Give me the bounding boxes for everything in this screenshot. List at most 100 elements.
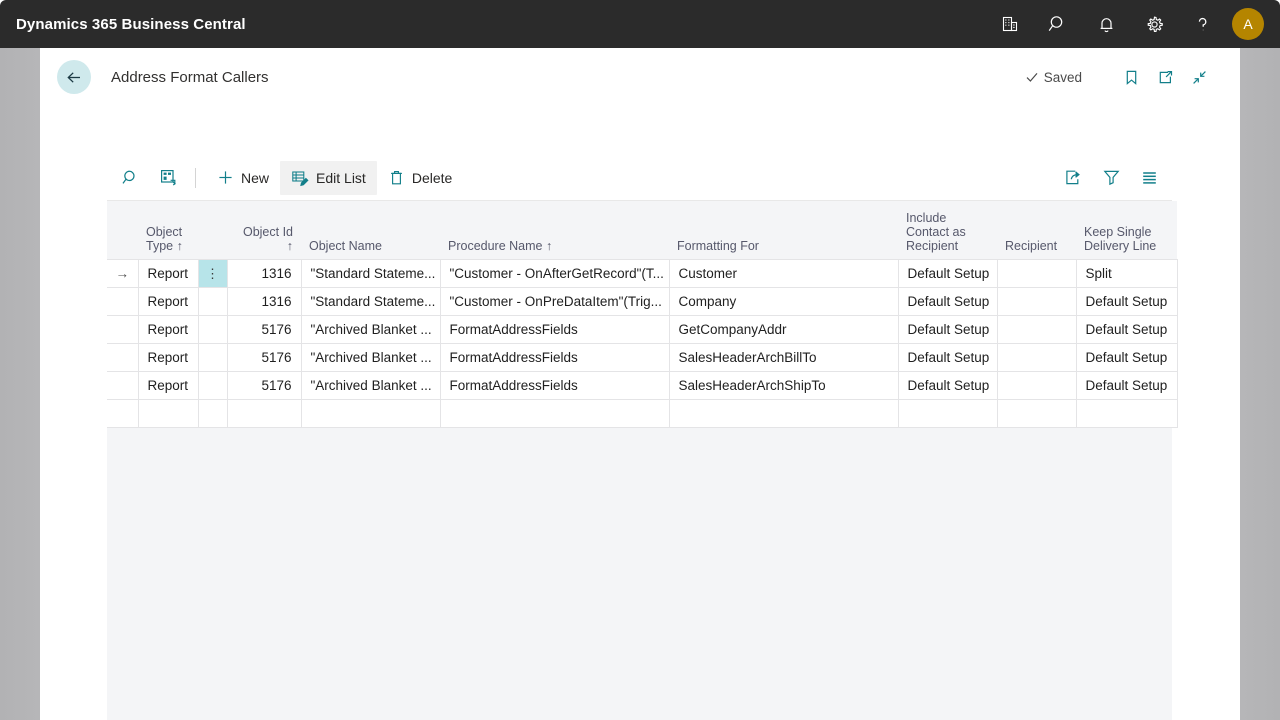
grid-column-header-recipient[interactable]: Recipient bbox=[997, 201, 1076, 259]
cell-keep_single[interactable] bbox=[1075, 398, 1178, 428]
cell-formatting_for[interactable]: Customer bbox=[668, 258, 899, 288]
cell-keep_single[interactable]: Default Setup bbox=[1075, 342, 1178, 372]
grid-column-header-selector bbox=[107, 201, 138, 259]
cell-keep_single[interactable]: Default Setup bbox=[1075, 370, 1178, 400]
row-menu-dots-3[interactable] bbox=[197, 342, 228, 372]
grid-column-header-formatting_for[interactable]: Formatting For bbox=[669, 201, 898, 259]
cell-recipient[interactable] bbox=[996, 342, 1077, 372]
cell-procedure_name[interactable]: "Customer - OnPreDataItem"(Trig... bbox=[439, 286, 670, 316]
cell-recipient[interactable] bbox=[996, 370, 1077, 400]
cell-object_id[interactable]: 5176 bbox=[226, 342, 302, 372]
grid-panel: Object Type ↑ Object Id ↑ Object Name Proce… bbox=[107, 201, 1178, 720]
cell-object_id[interactable]: 1316 bbox=[226, 258, 302, 288]
row-menu-dots-0[interactable]: ⋮ bbox=[197, 258, 228, 288]
cell-formatting_for[interactable]: Company bbox=[668, 286, 899, 316]
cell-procedure_name[interactable]: FormatAddressFields bbox=[439, 370, 670, 400]
grid-column-header-object_type[interactable]: Object Type ↑ bbox=[138, 201, 198, 259]
cell-object_name[interactable] bbox=[300, 398, 441, 428]
cell-object_name[interactable]: "Archived Blanket ... bbox=[300, 314, 441, 344]
table-row[interactable]: Report 1316 "Standard Stateme... "Customer … bbox=[107, 286, 1178, 316]
company-icon[interactable] bbox=[986, 0, 1034, 48]
cell-keep_single[interactable]: Split bbox=[1075, 258, 1178, 288]
row-selector-1[interactable] bbox=[107, 286, 139, 316]
cell-include_contact[interactable] bbox=[897, 398, 998, 428]
grid-column-header-procedure_name[interactable]: Procedure Name ↑ bbox=[440, 201, 669, 259]
notification-bell-icon[interactable] bbox=[1082, 0, 1130, 48]
cell-procedure_name[interactable]: FormatAddressFields bbox=[439, 342, 670, 372]
cell-procedure_name[interactable] bbox=[439, 398, 670, 428]
table-row[interactable] bbox=[107, 398, 1178, 428]
cell-keep_single[interactable]: Default Setup bbox=[1075, 286, 1178, 316]
plus-icon bbox=[217, 169, 234, 186]
cell-include_contact[interactable]: Default Setup bbox=[897, 258, 998, 288]
open-in-new-window-icon[interactable] bbox=[1150, 62, 1180, 92]
cell-object_id[interactable] bbox=[226, 398, 302, 428]
row-selector-2[interactable] bbox=[107, 314, 139, 344]
cell-formatting_for[interactable]: GetCompanyAddr bbox=[668, 314, 899, 344]
grid-column-header-include_contact[interactable]: Include Contact as Recipient bbox=[898, 201, 997, 259]
table-row[interactable]: Report 5176 "Archived Blanket ... FormatAdd… bbox=[107, 314, 1178, 344]
cell-object_type[interactable]: Report bbox=[137, 314, 199, 344]
collapse-icon[interactable] bbox=[1184, 62, 1214, 92]
cell-recipient[interactable] bbox=[996, 286, 1077, 316]
cell-object_name[interactable]: "Standard Stateme... bbox=[300, 258, 441, 288]
edit-list-button-label: Edit List bbox=[316, 169, 366, 186]
cell-object_id[interactable]: 5176 bbox=[226, 370, 302, 400]
cell-object_type[interactable]: Report bbox=[137, 286, 199, 316]
cell-include_contact[interactable]: Default Setup bbox=[897, 314, 998, 344]
cell-recipient[interactable] bbox=[996, 258, 1077, 288]
row-selector-3[interactable] bbox=[107, 342, 139, 372]
row-selector-0[interactable]: → bbox=[107, 258, 139, 288]
cell-procedure_name[interactable]: "Customer - OnAfterGetRecord"(T... bbox=[439, 258, 670, 288]
settings-gear-icon[interactable] bbox=[1130, 0, 1178, 48]
help-question-icon[interactable] bbox=[1178, 0, 1226, 48]
bookmark-icon[interactable] bbox=[1116, 62, 1146, 92]
cell-object_type[interactable]: Report bbox=[137, 342, 199, 372]
avatar[interactable]: A bbox=[1232, 8, 1264, 40]
cell-include_contact[interactable]: Default Setup bbox=[897, 370, 998, 400]
share-icon[interactable] bbox=[1056, 161, 1090, 195]
cell-formatting_for[interactable]: SalesHeaderArchBillTo bbox=[668, 342, 899, 372]
cell-formatting_for[interactable] bbox=[668, 398, 899, 428]
cell-object_id[interactable]: 1316 bbox=[226, 286, 302, 316]
search-icon[interactable] bbox=[1034, 0, 1082, 48]
cell-recipient[interactable] bbox=[996, 398, 1077, 428]
grid-column-header-dots bbox=[198, 201, 227, 259]
row-menu-dots-5[interactable] bbox=[197, 398, 228, 428]
options-list-icon[interactable] bbox=[1132, 161, 1166, 195]
filter-icon[interactable] bbox=[1094, 161, 1128, 195]
cell-include_contact[interactable]: Default Setup bbox=[897, 286, 998, 316]
cell-keep_single[interactable]: Default Setup bbox=[1075, 314, 1178, 344]
table-row[interactable]: → Report ⋮ 1316 "Standard Stateme... "Custome… bbox=[107, 258, 1178, 288]
cell-object_type[interactable]: Report bbox=[137, 258, 199, 288]
delete-button[interactable]: Delete bbox=[377, 161, 463, 195]
cell-object_type[interactable] bbox=[137, 398, 199, 428]
cell-object_name[interactable]: "Standard Stateme... bbox=[300, 286, 441, 316]
cell-formatting_for[interactable]: SalesHeaderArchShipTo bbox=[668, 370, 899, 400]
cell-recipient[interactable] bbox=[996, 314, 1077, 344]
row-selector-5[interactable] bbox=[107, 398, 139, 428]
grid-search-icon[interactable] bbox=[113, 161, 147, 195]
grid-column-header-object_id[interactable]: Object Id ↑ bbox=[227, 201, 301, 259]
cell-include_contact[interactable]: Default Setup bbox=[897, 342, 998, 372]
grid-column-header-object_name[interactable]: Object Name bbox=[301, 201, 440, 259]
open-in-excel-icon[interactable] bbox=[151, 161, 185, 195]
cell-object_id[interactable]: 5176 bbox=[226, 314, 302, 344]
cell-object_type[interactable]: Report bbox=[137, 370, 199, 400]
back-button[interactable] bbox=[57, 60, 91, 94]
edit-list-button[interactable]: Edit List bbox=[280, 160, 377, 195]
vertical-dots-icon[interactable]: ⋮ bbox=[206, 267, 219, 280]
cell-procedure_name[interactable]: FormatAddressFields bbox=[439, 314, 670, 344]
row-menu-dots-4[interactable] bbox=[197, 370, 228, 400]
data-grid: Object Type ↑ Object Id ↑ Object Name Proce… bbox=[107, 201, 1178, 428]
grid-column-header-keep_single[interactable]: Keep Single Delivery Line bbox=[1076, 201, 1177, 259]
cell-object_name[interactable]: "Archived Blanket ... bbox=[300, 342, 441, 372]
app-header-icon-group: A bbox=[986, 0, 1280, 48]
cell-object_name[interactable]: "Archived Blanket ... bbox=[300, 370, 441, 400]
table-row[interactable]: Report 5176 "Archived Blanket ... FormatAdd… bbox=[107, 342, 1178, 372]
table-row[interactable]: Report 5176 "Archived Blanket ... FormatAdd… bbox=[107, 370, 1178, 400]
row-selector-4[interactable] bbox=[107, 370, 139, 400]
new-button[interactable]: New bbox=[206, 161, 280, 195]
row-menu-dots-1[interactable] bbox=[197, 286, 228, 316]
row-menu-dots-2[interactable] bbox=[197, 314, 228, 344]
